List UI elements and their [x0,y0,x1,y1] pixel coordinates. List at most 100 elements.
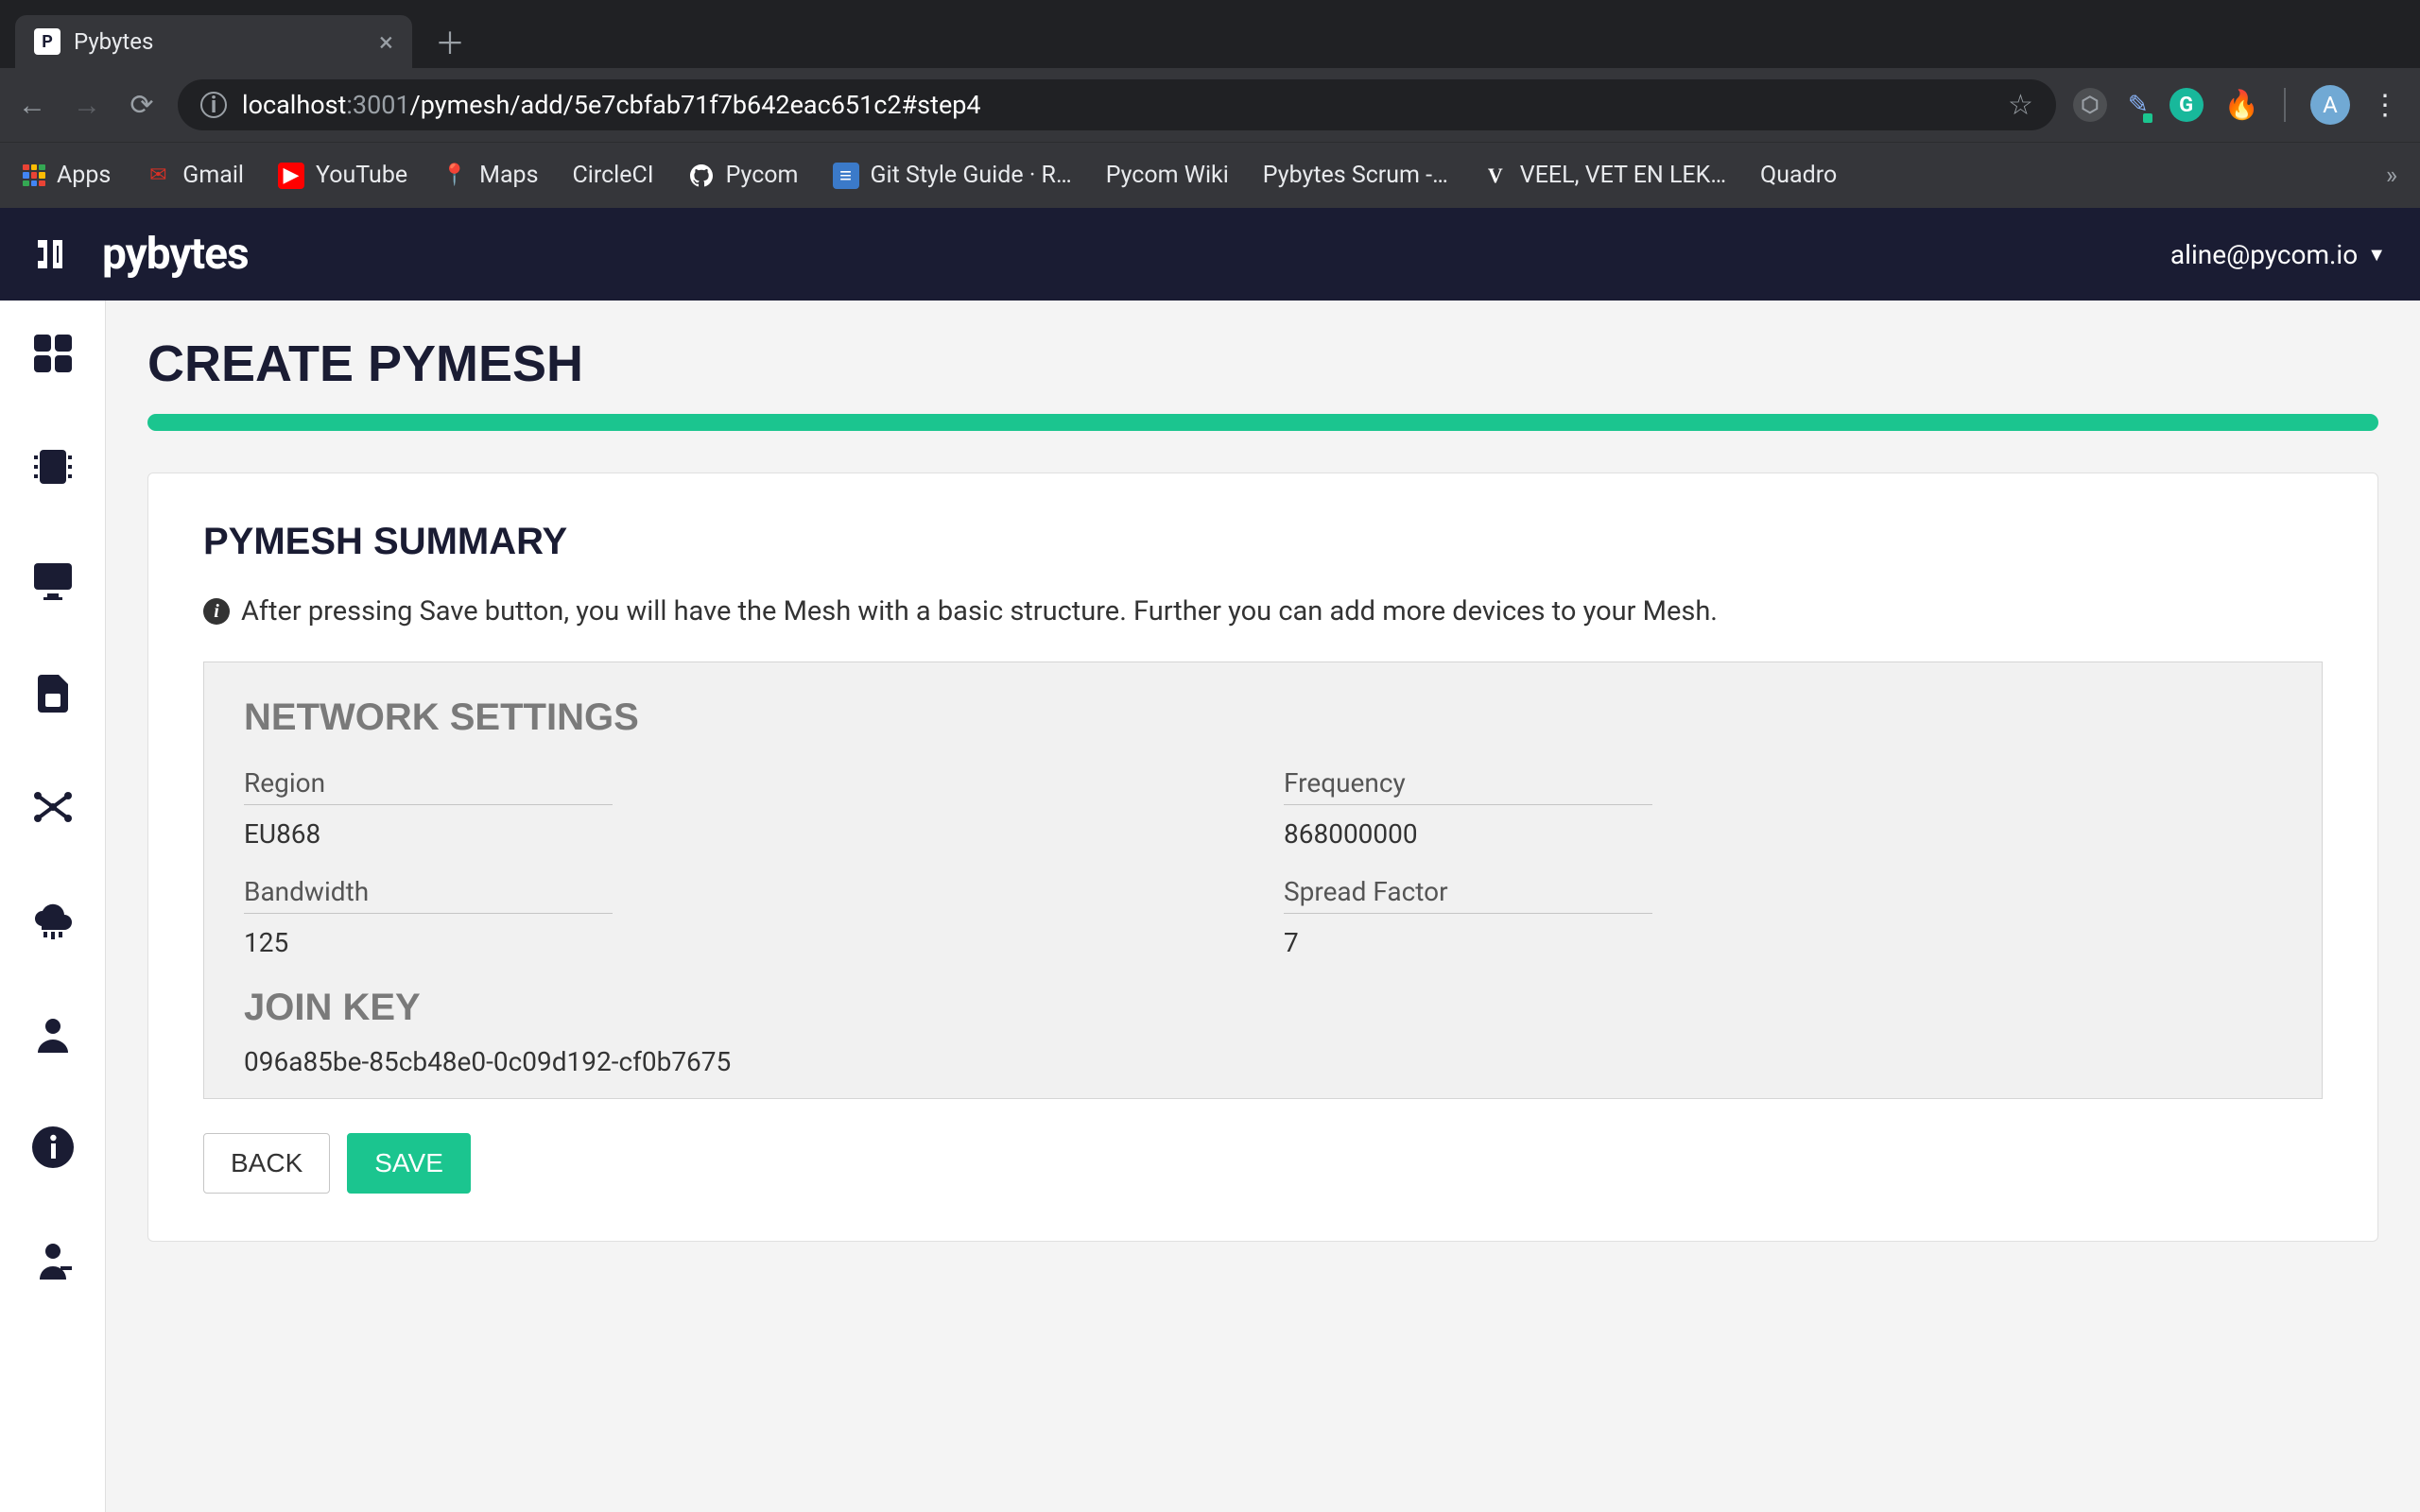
field-value-bandwidth: 125 [244,914,622,958]
site-info-icon[interactable]: i [200,92,227,118]
profile-avatar[interactable]: A [2310,85,2350,125]
summary-title: PYMESH SUMMARY [203,521,2323,563]
field-spread-factor: Spread Factor 7 [1284,876,1662,958]
field-value-spread-factor: 7 [1284,914,1662,958]
user-menu[interactable]: aline@pycom.io ▼ [2170,239,2386,270]
bookmarks-overflow-icon[interactable]: » [2386,162,2397,190]
join-key-title: JOIN KEY [244,987,2282,1029]
logo-icon [34,232,87,276]
bookmark-gitstyle[interactable]: ≡ Git Style Guide · R… [833,162,1072,189]
info-row: i After pressing Save button, you will h… [203,595,2323,627]
field-label-frequency: Frequency [1284,767,1652,805]
bookmark-label: CircleCI [573,162,654,189]
bookmark-veel[interactable]: V VEEL, VET EN LEK… [1482,162,1726,189]
v-icon: V [1482,163,1509,189]
grammarly-icon[interactable]: G [2169,88,2204,122]
field-region: Region EU868 [244,767,622,850]
logo-text: pybytes [102,229,249,280]
sidebar-user2-icon[interactable] [28,1236,78,1285]
sidebar-info-icon[interactable] [28,1123,78,1172]
network-settings-title: NETWORK SETTINGS [244,696,2282,739]
gmail-icon: ✉ [145,163,171,189]
bookmark-apps[interactable]: Apps [23,162,111,189]
bookmark-label: YouTube [316,162,407,189]
url-host: localhost [242,90,346,120]
bookmark-label: VEEL, VET EN LEK… [1520,162,1726,189]
fields-grid: Region EU868 Frequency 868000000 Bandwid… [244,767,2282,979]
sidebar-chip-icon[interactable] [28,442,78,491]
bookmark-label: Quadro [1760,162,1837,189]
new-tab-button[interactable]: ＋ [420,15,480,68]
bookmark-pybytesscrum[interactable]: Pybytes Scrum -… [1263,162,1448,189]
bookmark-circleci[interactable]: CircleCI [573,162,654,189]
logo[interactable]: pybytes [34,229,249,280]
bookmark-quadro[interactable]: Quadro [1760,162,1837,189]
field-label-bandwidth: Bandwidth [244,876,613,914]
bookmark-label: Apps [57,162,111,189]
url-port: :3001 [346,90,409,120]
field-label-spread-factor: Spread Factor [1284,876,1652,914]
sidebar-cloud-icon[interactable] [28,896,78,945]
address-bar[interactable]: i localhost:3001/pymesh/add/5e7cbfab71f7… [178,79,2056,130]
bookmark-label: Pybytes Scrum -… [1263,162,1448,189]
sidebar-dashboard-icon[interactable] [28,329,78,378]
chrome-right-icons: ⬡ ✎ G 🔥 A ⋮ [2073,85,2407,125]
user-email: aline@pycom.io [2170,239,2358,270]
info-icon: i [203,598,230,625]
maps-icon: 📍 [441,163,468,189]
bookmark-label: Pycom Wiki [1106,162,1229,189]
chevron-down-icon: ▼ [2367,243,2386,266]
bookmark-label: Gmail [182,162,244,189]
network-settings-box: NETWORK SETTINGS Region EU868 Frequency … [203,662,2323,1099]
fire-extension-icon[interactable]: 🔥 [2224,89,2259,122]
page-title: CREATE PYMESH [147,335,2378,393]
info-text: After pressing Save button, you will hav… [241,595,1718,627]
field-frequency: Frequency 868000000 [1284,767,1662,850]
edit-extension-icon[interactable]: ✎ [2128,91,2149,119]
youtube-icon: ▶ [278,163,304,189]
progress-bar [147,414,2378,431]
extension-icon[interactable]: ⬡ [2073,88,2107,122]
app-body: CREATE PYMESH PYMESH SUMMARY i After pre… [0,301,2420,1512]
summary-card: PYMESH SUMMARY i After pressing Save but… [147,472,2378,1242]
separator [2284,88,2286,122]
field-value-frequency: 868000000 [1284,805,1662,850]
actions-row: BACK SAVE [203,1133,2323,1194]
apps-icon [23,164,45,187]
reload-icon[interactable]: ⟳ [123,89,161,122]
bookmark-pycom[interactable]: Pycom [688,162,799,189]
close-icon[interactable]: × [379,26,393,58]
back-button[interactable]: BACK [203,1133,330,1194]
bookmark-label: Git Style Guide · R… [871,162,1072,189]
sidebar-monitor-icon[interactable] [28,556,78,605]
sidebar [0,301,106,1512]
url-path: /pymesh/add/5e7cbfab71f7b642eac651c2#ste… [410,90,981,120]
browser-chrome: P Pybytes × ＋ ← → ⟳ i localhost:3001/pym… [0,0,2420,208]
bookmark-gmail[interactable]: ✉ Gmail [145,162,244,189]
bookmarks-bar: Apps ✉ Gmail ▶ YouTube 📍 Maps CircleCI P… [0,142,2420,208]
back-icon[interactable]: ← [13,89,51,122]
doc-icon: ≡ [833,163,859,189]
chrome-menu-icon[interactable]: ⋮ [2371,89,2399,122]
star-icon[interactable]: ☆ [2008,89,2033,122]
join-key-value: 096a85be-85cb48e0-0c09d192-cf0b7675 [244,1046,2282,1077]
field-bandwidth: Bandwidth 125 [244,876,622,958]
field-value-region: EU868 [244,805,622,850]
field-label-region: Region [244,767,613,805]
tab-favicon: P [34,28,60,55]
github-icon [688,163,715,189]
bookmark-pycomwiki[interactable]: Pycom Wiki [1106,162,1229,189]
forward-icon[interactable]: → [68,89,106,122]
content-area: CREATE PYMESH PYMESH SUMMARY i After pre… [106,301,2420,1512]
bookmark-label: Pycom [726,162,799,189]
sidebar-sim-icon[interactable] [28,669,78,718]
save-button[interactable]: SAVE [347,1133,471,1194]
tab-bar: P Pybytes × ＋ [0,0,2420,68]
sidebar-user-icon[interactable] [28,1009,78,1058]
browser-tab[interactable]: P Pybytes × [15,15,412,68]
app-header: pybytes aline@pycom.io ▼ [0,208,2420,301]
bookmark-maps[interactable]: 📍 Maps [441,162,538,189]
url-text: localhost:3001/pymesh/add/5e7cbfab71f7b6… [242,90,1993,120]
bookmark-youtube[interactable]: ▶ YouTube [278,162,407,189]
sidebar-network-icon[interactable] [28,782,78,832]
